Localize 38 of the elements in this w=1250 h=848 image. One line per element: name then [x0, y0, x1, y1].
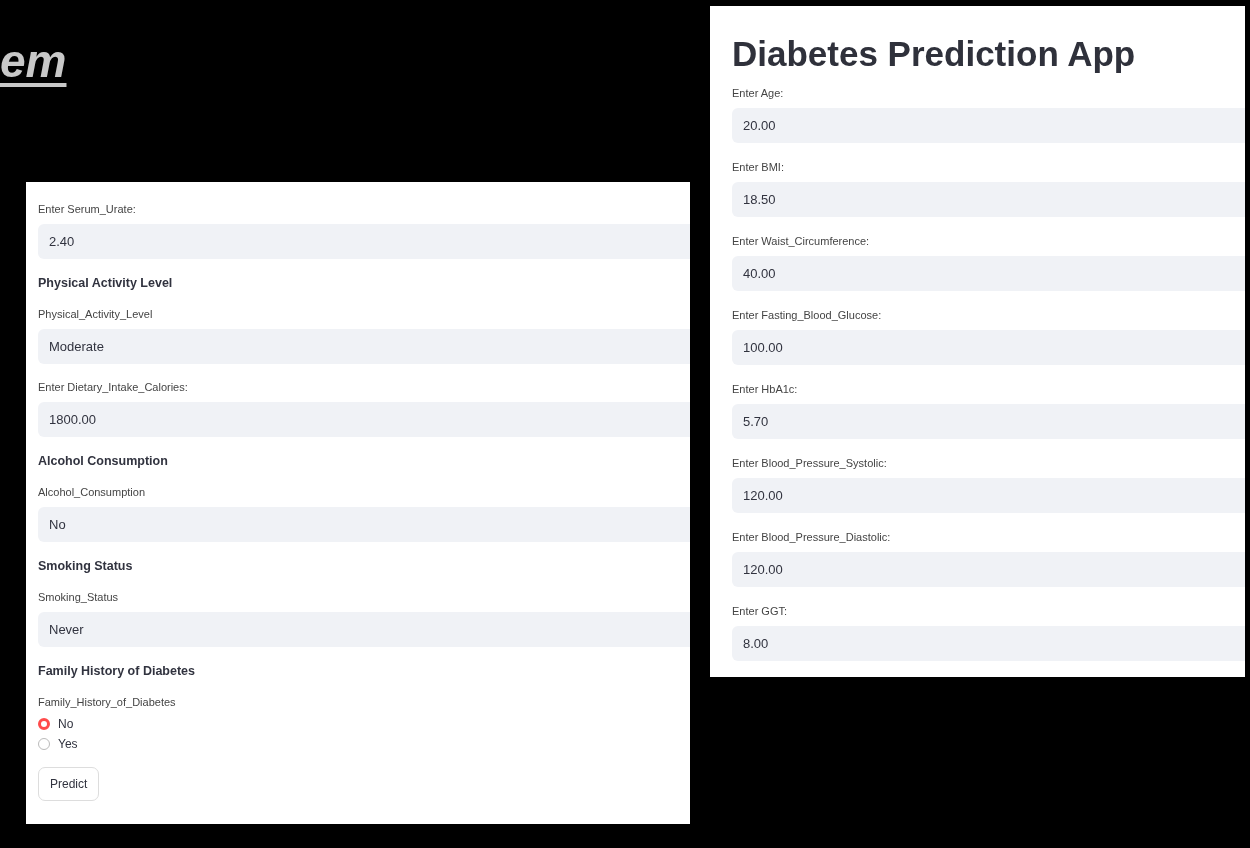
field-label: Enter Waist_Circumference: — [732, 234, 870, 248]
number-input[interactable]: 20.00 — [732, 108, 1245, 143]
predict-button[interactable]: Predict — [38, 767, 100, 801]
number-input[interactable]: 5.70 — [732, 404, 1245, 439]
radio-button[interactable] — [38, 718, 50, 730]
select-box[interactable]: No — [38, 507, 690, 542]
radio-button[interactable] — [38, 738, 50, 750]
number-input[interactable]: 40.00 — [732, 256, 1245, 291]
number-input[interactable]: 1800.00 — [38, 402, 690, 437]
number-input[interactable]: 100.00 — [732, 330, 1245, 365]
section-heading: Smoking Status — [38, 558, 133, 574]
number-input[interactable]: 2.40 — [38, 224, 690, 259]
field-label: Smoking_Status — [38, 590, 119, 604]
field-label: Enter Blood_Pressure_Diastolic: — [732, 530, 891, 544]
field-label: Enter HbA1c: — [732, 382, 798, 396]
section-heading: Physical Activity Level — [38, 275, 173, 291]
select-box[interactable]: Never — [38, 612, 690, 647]
slide-title: em — [0, 36, 67, 86]
number-input[interactable]: 120.00 — [732, 552, 1245, 587]
radio-option[interactable]: No — [38, 717, 74, 731]
field-label: Enter Blood_Pressure_Systolic: — [732, 456, 887, 470]
field-label: Enter BMI: — [732, 160, 784, 174]
field-label: Enter Serum_Urate: — [38, 202, 136, 216]
number-input[interactable]: 120.00 — [732, 478, 1245, 513]
field-label: Family_History_of_Diabetes — [38, 695, 176, 709]
section-heading: Family History of Diabetes — [38, 663, 195, 679]
field-label: Enter Dietary_Intake_Calories: — [38, 380, 188, 394]
number-input[interactable]: 8.00 — [732, 626, 1245, 661]
field-label: Enter Age: — [732, 86, 784, 100]
field-label: Physical_Activity_Level — [38, 307, 153, 321]
field-label: Enter Fasting_Blood_Glucose: — [732, 308, 882, 322]
app-title: Diabetes Prediction App — [732, 33, 1136, 75]
number-input[interactable]: 18.50 — [732, 182, 1245, 217]
field-label: Enter GGT: — [732, 604, 788, 618]
field-label: Alcohol_Consumption — [38, 485, 145, 499]
section-heading: Alcohol Consumption — [38, 453, 168, 469]
radio-option[interactable]: Yes — [38, 737, 78, 751]
select-box[interactable]: Moderate — [38, 329, 690, 364]
